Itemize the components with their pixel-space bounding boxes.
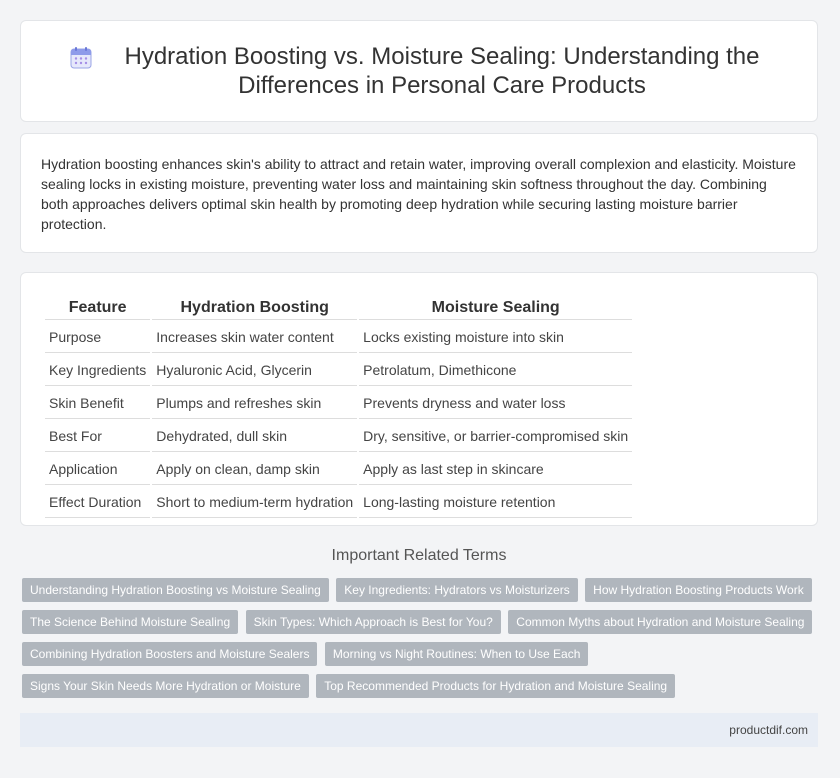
- footer-site-link[interactable]: productdif.com: [729, 723, 808, 737]
- table-cell: Apply on clean, damp skin: [152, 454, 358, 485]
- table-cell: Dry, sensitive, or barrier-compromised s…: [359, 421, 633, 452]
- table-cell: Key Ingredients: [45, 355, 151, 386]
- related-terms-section: Important Related Terms Understanding Hy…: [20, 540, 818, 706]
- table-cell: Hyaluronic Acid, Glycerin: [152, 355, 358, 386]
- column-header: Moisture Sealing: [359, 295, 633, 320]
- title-wrapper: Hydration Boosting vs. Moisture Sealing:…: [69, 42, 769, 100]
- table-cell: Dehydrated, dull skin: [152, 421, 358, 452]
- calendar-icon: [70, 47, 92, 69]
- table-header-row: Feature Hydration Boosting Moisture Seal…: [45, 295, 633, 320]
- related-tag[interactable]: Signs Your Skin Needs More Hydration or …: [22, 674, 309, 698]
- table-cell: Plumps and refreshes skin: [152, 388, 358, 419]
- table-cell: Best For: [45, 421, 151, 452]
- related-tag[interactable]: Morning vs Night Routines: When to Use E…: [324, 642, 589, 666]
- intro-paragraph: Hydration boosting enhances skin's abili…: [41, 156, 796, 232]
- comparison-card: Feature Hydration Boosting Moisture Seal…: [20, 272, 818, 526]
- table-cell: Apply as last step in skincare: [359, 454, 633, 485]
- table-cell: Purpose: [45, 322, 151, 353]
- related-terms-heading: Important Related Terms: [331, 547, 507, 564]
- related-tag[interactable]: The Science Behind Moisture Sealing: [22, 610, 239, 634]
- title-card: Hydration Boosting vs. Moisture Sealing:…: [20, 20, 818, 122]
- intro-card: Hydration boosting enhances skin's abili…: [20, 133, 818, 253]
- table-row: Best For Dehydrated, dull skin Dry, sens…: [45, 421, 633, 452]
- comparison-table: Feature Hydration Boosting Moisture Seal…: [43, 293, 634, 520]
- table-row: Skin Benefit Plumps and refreshes skin P…: [45, 388, 633, 419]
- table-cell: Petrolatum, Dimethicone: [359, 355, 633, 386]
- related-tag[interactable]: How Hydration Boosting Products Work: [585, 578, 812, 602]
- table-cell: Increases skin water content: [152, 322, 358, 353]
- table-cell: Long-lasting moisture retention: [359, 487, 633, 518]
- column-header: Hydration Boosting: [152, 295, 358, 320]
- table-cell: Prevents dryness and water loss: [359, 388, 633, 419]
- table-cell: Effect Duration: [45, 487, 151, 518]
- related-tag[interactable]: Combining Hydration Boosters and Moistur…: [22, 642, 318, 666]
- related-tag[interactable]: Key Ingredients: Hydrators vs Moisturize…: [336, 578, 578, 602]
- table-row: Key Ingredients Hyaluronic Acid, Glyceri…: [45, 355, 633, 386]
- related-tag[interactable]: Understanding Hydration Boosting vs Mois…: [22, 578, 329, 602]
- related-tags: Understanding Hydration Boosting vs Mois…: [20, 578, 818, 706]
- table-cell: Application: [45, 454, 151, 485]
- page-title: Hydration Boosting vs. Moisture Sealing:…: [124, 43, 760, 99]
- column-header: Feature: [45, 295, 151, 320]
- table-row: Effect Duration Short to medium-term hyd…: [45, 487, 633, 518]
- related-tag[interactable]: Top Recommended Products for Hydration a…: [316, 674, 676, 698]
- table-cell: Skin Benefit: [45, 388, 151, 419]
- table-cell: Locks existing moisture into skin: [359, 322, 633, 353]
- table-row: Purpose Increases skin water content Loc…: [45, 322, 633, 353]
- footer: productdif.com: [20, 713, 818, 747]
- table-row: Application Apply on clean, damp skin Ap…: [45, 454, 633, 485]
- related-tag[interactable]: Skin Types: Which Approach is Best for Y…: [245, 610, 501, 634]
- table-cell: Short to medium-term hydration: [152, 487, 358, 518]
- related-tag[interactable]: Common Myths about Hydration and Moistur…: [508, 610, 813, 634]
